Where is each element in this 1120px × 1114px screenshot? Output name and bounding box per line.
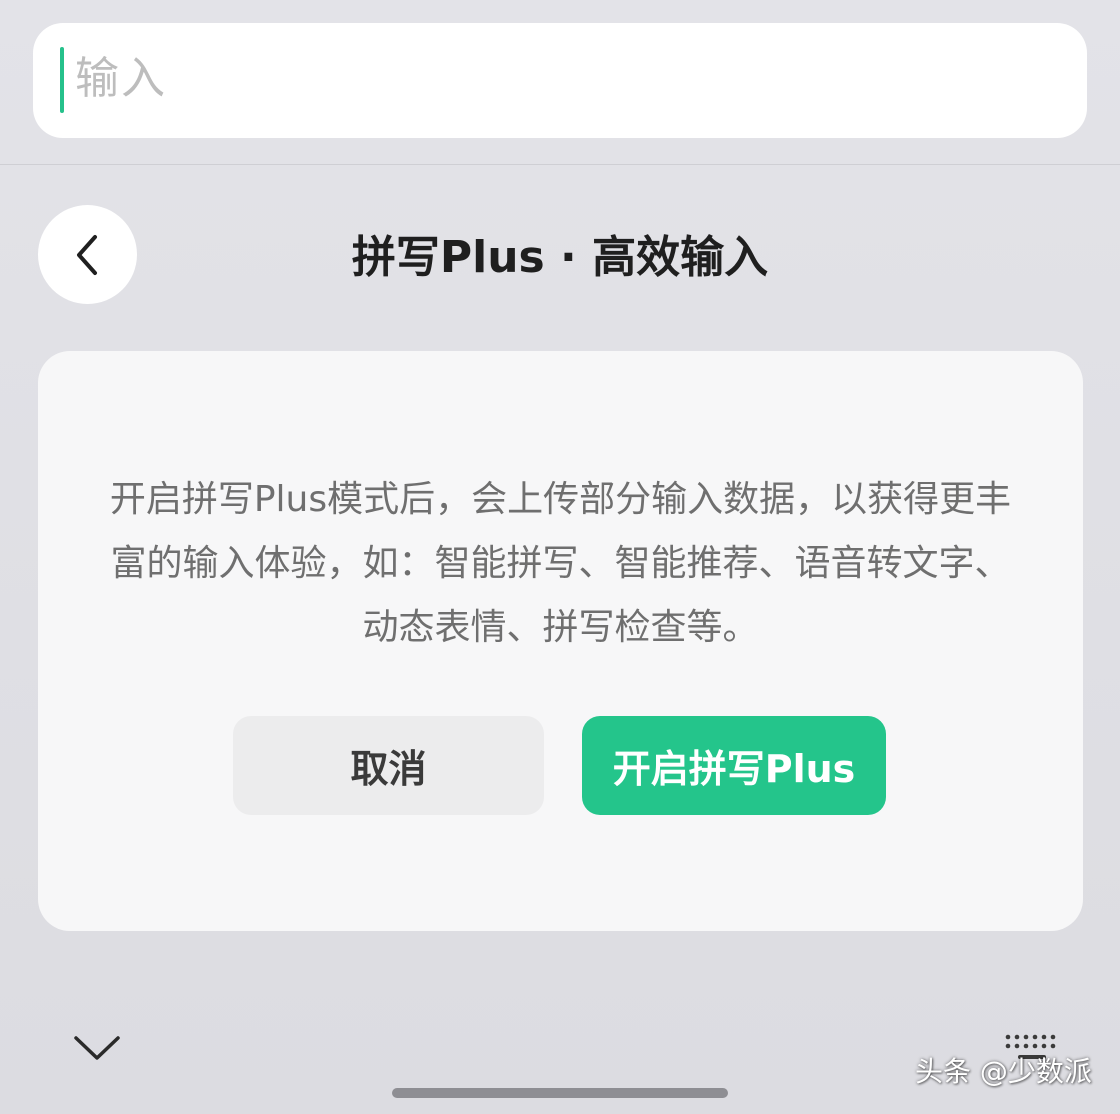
collapse-keyboard-button[interactable] xyxy=(70,1028,124,1068)
home-indicator xyxy=(392,1088,728,1098)
back-button[interactable] xyxy=(38,205,137,304)
cancel-button[interactable]: 取消 xyxy=(233,716,544,815)
input-placeholder: 输入 xyxy=(75,53,167,104)
page-title: 拼写Plus · 高效输入 xyxy=(351,232,769,283)
enable-plus-button[interactable]: 开启拼写Plus xyxy=(582,716,886,815)
chevron-down-icon xyxy=(74,1036,120,1060)
chevron-left-icon xyxy=(76,234,97,275)
watermark: 头条 @少数派 xyxy=(915,1055,1092,1088)
plus-mode-dialog: 开启拼写Plus模式后，会上传部分输入数据，以获得更丰富的输入体验，如：智能拼写… xyxy=(38,351,1083,931)
text-cursor xyxy=(60,47,64,113)
text-input-field[interactable]: 输入 xyxy=(33,23,1087,138)
dialog-description: 开启拼写Plus模式后，会上传部分输入数据，以获得更丰富的输入体验，如：智能拼写… xyxy=(109,479,1012,648)
divider xyxy=(0,164,1120,165)
